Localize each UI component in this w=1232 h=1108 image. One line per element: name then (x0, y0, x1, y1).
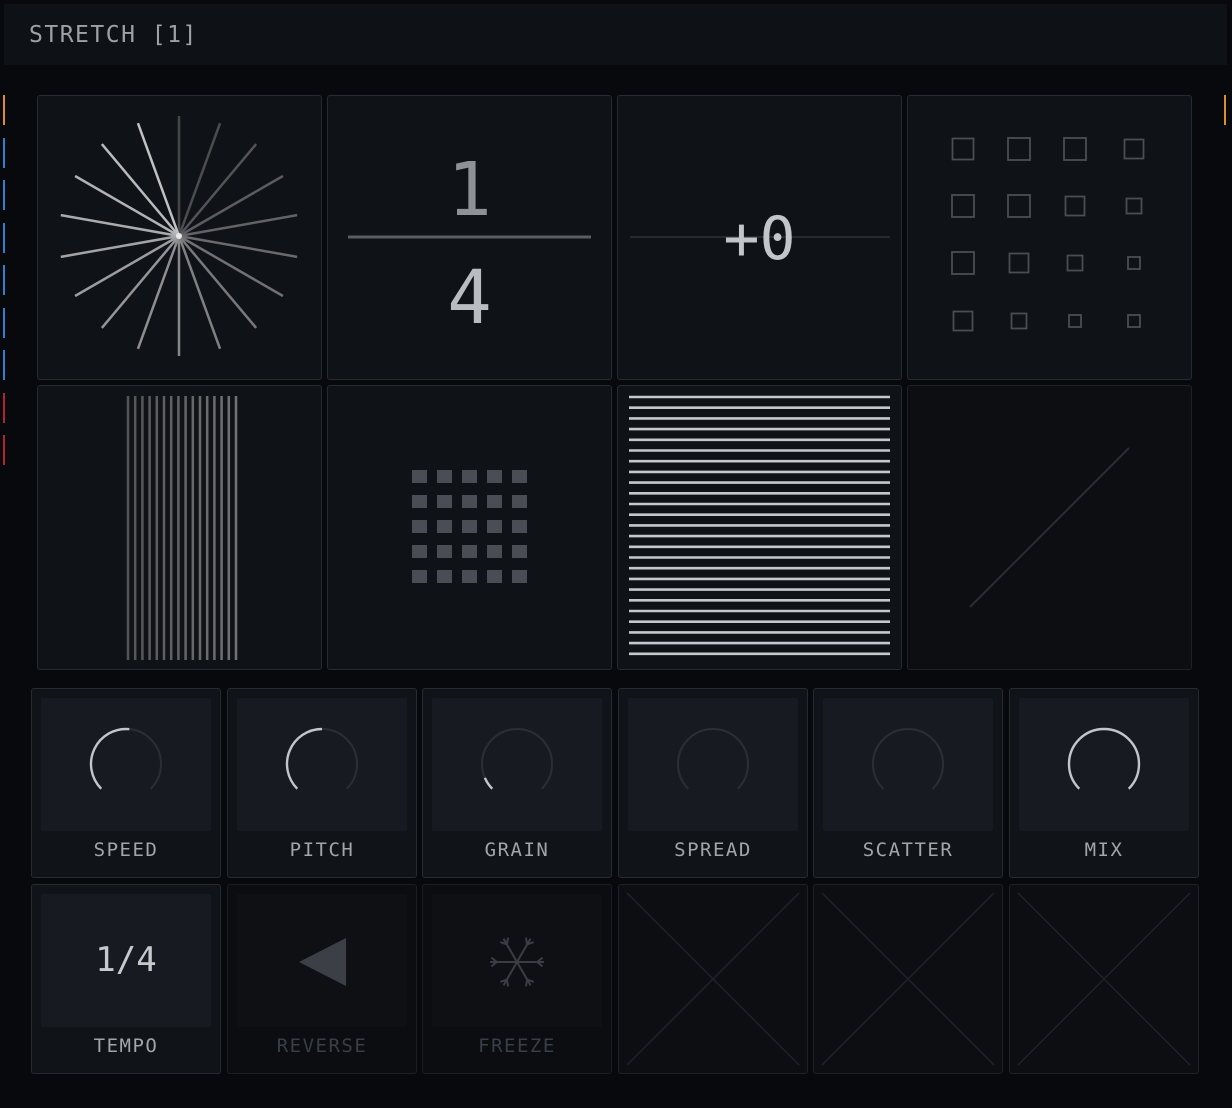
mix-knob-cell[interactable]: MIX (1009, 688, 1199, 878)
side-marker (3, 435, 5, 465)
side-marker (3, 95, 5, 125)
speed-knob-pad[interactable] (41, 698, 211, 831)
scatter-knob-pad[interactable] (823, 698, 993, 831)
empty-slot-1 (618, 884, 808, 1074)
empty-slot-2 (813, 884, 1003, 1074)
grain-label: GRAIN (484, 839, 550, 861)
starburst-icon (60, 116, 298, 356)
side-marker (3, 265, 5, 295)
grain-knob-cell[interactable]: GRAIN (422, 688, 612, 878)
pitch-label: PITCH (289, 839, 355, 861)
starburst-visualizer (37, 95, 322, 380)
mix-knob-pad[interactable] (1019, 698, 1189, 831)
side-marker (3, 137, 5, 168)
spread-knob-cell[interactable]: SPREAD (618, 688, 808, 878)
vertical-lines-visualizer (37, 385, 322, 670)
squares-visualizer (907, 95, 1192, 380)
grain-knob[interactable] (432, 698, 602, 831)
reverse-triangle-icon (299, 938, 346, 986)
device-title: STRETCH [1] (29, 22, 198, 48)
diagonal-visualizer (907, 385, 1192, 670)
horizontal-lines-visualizer (617, 385, 902, 670)
dot-matrix-icon (412, 470, 527, 583)
pitch-knob[interactable] (237, 698, 407, 831)
empty-slot-x-icon (1017, 892, 1191, 1066)
mix-knob[interactable] (1019, 698, 1189, 831)
speed-knob-cell[interactable]: SPEED (31, 688, 221, 878)
tempo-pad[interactable]: 1/4 (41, 894, 211, 1027)
squares-grid-icon (951, 137, 1145, 332)
mix-label: MIX (1084, 839, 1124, 861)
empty-slot-3 (1009, 884, 1199, 1074)
empty-slot-x-icon (626, 892, 800, 1066)
speed-label: SPEED (93, 839, 159, 861)
fraction-visualizer: 1 4 (327, 95, 612, 380)
side-marker (3, 180, 5, 210)
pitch-knob-pad[interactable] (237, 698, 407, 831)
spread-knob[interactable] (628, 698, 798, 831)
pitch-knob-cell[interactable]: PITCH (227, 688, 417, 878)
offset-value: +0 (723, 204, 796, 274)
spread-label: SPREAD (674, 839, 752, 861)
speed-knob[interactable] (41, 698, 211, 831)
snowflake-icon (490, 937, 544, 987)
fraction-denominator: 4 (447, 255, 492, 341)
diagonal-line-icon (969, 447, 1130, 608)
horizontal-lines-icon (629, 395, 890, 656)
scatter-label: SCATTER (862, 839, 954, 861)
offset-visualizer: +0 (617, 95, 902, 380)
freeze-button[interactable]: FREEZE (422, 884, 612, 1074)
reverse-label: REVERSE (276, 1035, 368, 1057)
side-marker (3, 350, 5, 380)
right-marker (1224, 95, 1226, 125)
freeze-label: FREEZE (478, 1035, 556, 1057)
vertical-lines-icon (126, 396, 238, 660)
reverse-pad[interactable] (237, 894, 407, 1027)
spread-knob-pad[interactable] (628, 698, 798, 831)
scatter-knob-cell[interactable]: SCATTER (813, 688, 1003, 878)
dot-matrix-visualizer (327, 385, 612, 670)
side-marker (3, 392, 5, 423)
freeze-pad[interactable] (432, 894, 602, 1027)
tempo-button[interactable]: 1/4 TEMPO (31, 884, 221, 1074)
tempo-value: 1/4 (95, 940, 157, 980)
tempo-label: TEMPO (93, 1035, 159, 1057)
scatter-knob[interactable] (823, 698, 993, 831)
empty-slot-x-icon (821, 892, 995, 1066)
header-bar: STRETCH [1] (4, 4, 1227, 65)
visualizer-grid: 1 4 +0 (37, 95, 1194, 671)
side-marker (3, 307, 5, 338)
grain-knob-pad[interactable] (432, 698, 602, 831)
side-marker (3, 222, 5, 253)
reverse-button[interactable]: REVERSE (227, 884, 417, 1074)
